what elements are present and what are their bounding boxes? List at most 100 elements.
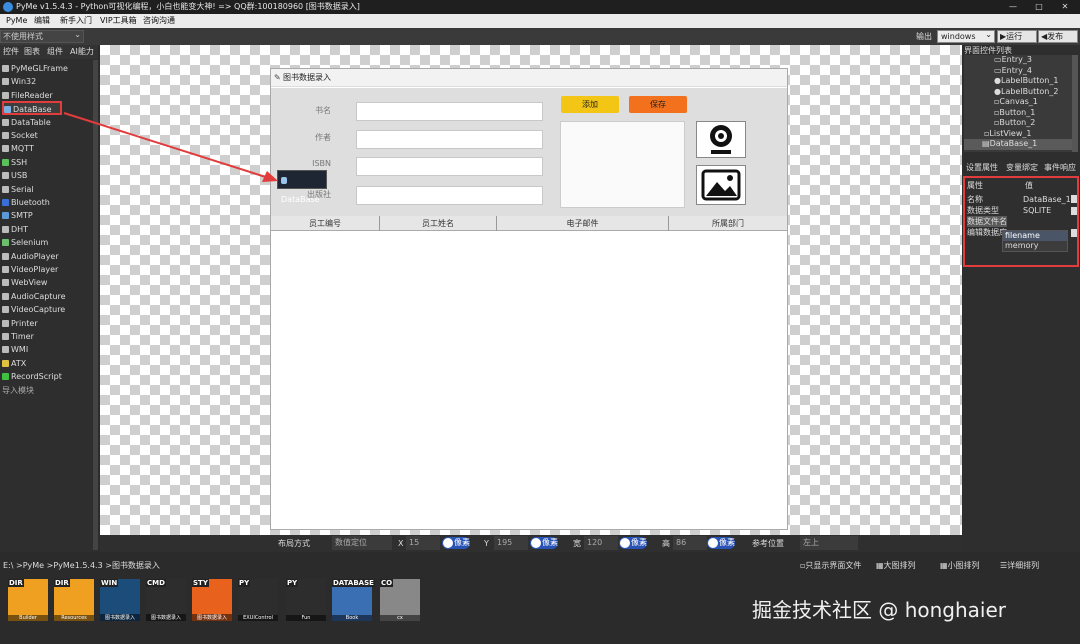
layout-select[interactable]: 数值定位 <box>332 536 392 550</box>
save-button[interactable]: 保存 <box>629 96 687 113</box>
style-select[interactable]: 不使用样式 <box>0 29 84 43</box>
prop-edit-icon[interactable] <box>1071 229 1077 237</box>
webcam-icon[interactable] <box>696 121 746 158</box>
file-item[interactable]: DIR Builder <box>8 579 48 621</box>
w-unit-radio[interactable]: 像素 <box>619 537 647 549</box>
publish-button[interactable]: ◀发布 <box>1038 30 1078 43</box>
file-item[interactable]: PY Fun <box>286 579 326 621</box>
form-window[interactable]: ✎ 图书数据录入 书名 作者 ISBN 出版社 添加 保存 员工编号 员工姓名 … <box>270 68 788 530</box>
control-item[interactable]: RecordScript <box>2 370 97 383</box>
tab-charts[interactable]: 图表 <box>22 45 42 59</box>
left-scrollbar[interactable] <box>93 60 98 550</box>
control-item[interactable]: SMTP <box>2 209 97 222</box>
tree-item[interactable]: ▫ListView_1 <box>964 129 1074 140</box>
tree-item[interactable]: ▫Canvas_1 <box>964 97 1074 108</box>
image-icon[interactable] <box>696 165 746 205</box>
close-button[interactable]: ✕ <box>1052 0 1078 14</box>
file-item[interactable]: PY EXUIControl <box>238 579 278 621</box>
control-item[interactable]: DataTable <box>2 116 97 129</box>
output-select[interactable]: windows <box>937 29 995 43</box>
x-input[interactable]: 15 <box>406 536 440 550</box>
prop-edit-icon[interactable] <box>1071 195 1077 203</box>
control-item[interactable]: Serial <box>2 183 97 196</box>
option-detail[interactable]: ☰详细排列 <box>1000 560 1039 572</box>
isbn-input[interactable] <box>356 157 543 176</box>
tree-item-selected[interactable]: ▤DataBase_1 <box>964 139 1074 150</box>
author-input[interactable] <box>356 130 543 149</box>
option-interface-only[interactable]: ▫只显示界面文件 <box>800 560 861 572</box>
control-item[interactable]: Win32 <box>2 75 97 88</box>
file-item[interactable]: DIR Resources <box>54 579 94 621</box>
tab-components[interactable]: 组件 <box>45 45 65 59</box>
control-item[interactable]: USB <box>2 169 97 182</box>
tree-item[interactable]: ▫Button_1 <box>964 108 1074 119</box>
tab-binding[interactable]: 变量绑定 <box>1006 162 1038 173</box>
run-button[interactable]: ▶运行 <box>997 30 1037 43</box>
menu-edit[interactable]: 编辑 <box>30 14 54 28</box>
control-item[interactable]: Selenium <box>2 236 97 249</box>
column-header[interactable]: 所属部门 <box>669 216 787 231</box>
tree-scrollbar[interactable] <box>1072 55 1078 152</box>
option-small-icons[interactable]: ▦小图排列 <box>940 560 980 572</box>
w-input[interactable]: 120 <box>584 536 618 550</box>
add-button[interactable]: 添加 <box>561 96 619 113</box>
control-item[interactable]: VideoPlayer <box>2 263 97 276</box>
dropdown-option[interactable]: filename <box>1003 231 1067 241</box>
drag-preview-database[interactable]: DataBase <box>277 170 327 204</box>
tree-item[interactable]: ▭Entry_4 <box>964 66 1074 77</box>
menu-beginner[interactable]: 新手入门 <box>56 14 96 28</box>
h-input[interactable]: 86 <box>673 536 707 550</box>
dropdown-option[interactable]: memory <box>1003 241 1067 251</box>
menu-pyme[interactable]: PyMe <box>2 14 31 28</box>
tab-controls[interactable]: 控件 <box>1 45 21 59</box>
control-item[interactable]: PyMeGLFrame <box>2 62 97 75</box>
publisher-input[interactable] <box>356 186 543 205</box>
control-item[interactable]: FileReader <box>2 89 97 102</box>
control-item[interactable]: AudioPlayer <box>2 250 97 263</box>
title-input[interactable] <box>356 102 543 121</box>
tree-item[interactable]: ▫Button_2 <box>964 118 1074 129</box>
control-item[interactable]: DHT <box>2 223 97 236</box>
control-item[interactable]: Printer <box>2 317 97 330</box>
control-item[interactable]: Bluetooth <box>2 196 97 209</box>
control-item[interactable]: SSH <box>2 156 97 169</box>
minimize-button[interactable]: — <box>1000 0 1026 14</box>
prop-edit-icon[interactable] <box>1071 207 1077 215</box>
control-item[interactable]: WMI <box>2 343 97 356</box>
file-item[interactable]: WIN 图书数据录入 <box>100 579 140 621</box>
prop-type-value[interactable]: SQLITE <box>1023 205 1051 216</box>
tree-item[interactable]: ▭Entry_3 <box>964 55 1074 66</box>
canvas-box[interactable] <box>560 121 685 208</box>
tree-item[interactable]: ●LabelButton_2 <box>964 87 1074 98</box>
prop-name-value[interactable]: DataBase_1 <box>1023 194 1073 205</box>
control-item-database[interactable]: DataBase <box>2 101 62 115</box>
tab-ai[interactable]: AI能力 <box>68 45 96 59</box>
option-large-icons[interactable]: ▦大图排列 <box>876 560 916 572</box>
file-item[interactable]: DATABASE Book <box>332 579 375 621</box>
column-header[interactable]: 员工编号 <box>271 216 380 231</box>
ref-select[interactable]: 左上 <box>800 536 858 550</box>
column-header[interactable]: 电子邮件 <box>497 216 669 231</box>
tab-events[interactable]: 事件响应 <box>1044 162 1076 173</box>
control-item[interactable]: Socket <box>2 129 97 142</box>
maximize-button[interactable]: □ <box>1026 0 1052 14</box>
x-unit-radio[interactable]: 像素 <box>442 537 470 549</box>
menu-vip-tools[interactable]: VIP工具箱 <box>96 14 141 28</box>
control-item[interactable]: Timer <box>2 330 97 343</box>
control-item[interactable]: MQTT <box>2 142 97 155</box>
file-item[interactable]: CO cx <box>380 579 420 621</box>
file-item[interactable]: STY 图书数据录入 <box>192 579 232 621</box>
menu-consult[interactable]: 咨询沟通 <box>139 14 179 28</box>
h-unit-radio[interactable]: 像素 <box>707 537 735 549</box>
control-item[interactable]: AudioCapture <box>2 290 97 303</box>
control-item[interactable]: ATX <box>2 357 97 370</box>
control-item[interactable]: VideoCapture <box>2 303 97 316</box>
y-input[interactable]: 195 <box>494 536 528 550</box>
y-unit-radio[interactable]: 像素 <box>530 537 558 549</box>
tree-item[interactable]: ●LabelButton_1 <box>964 76 1074 87</box>
import-module[interactable]: 导入模块 <box>2 384 97 397</box>
tab-properties[interactable]: 设置属性 <box>966 162 998 173</box>
file-item[interactable]: CMD 图书数据录入 <box>146 579 186 621</box>
control-item[interactable]: WebView <box>2 276 97 289</box>
column-header[interactable]: 员工姓名 <box>380 216 497 231</box>
